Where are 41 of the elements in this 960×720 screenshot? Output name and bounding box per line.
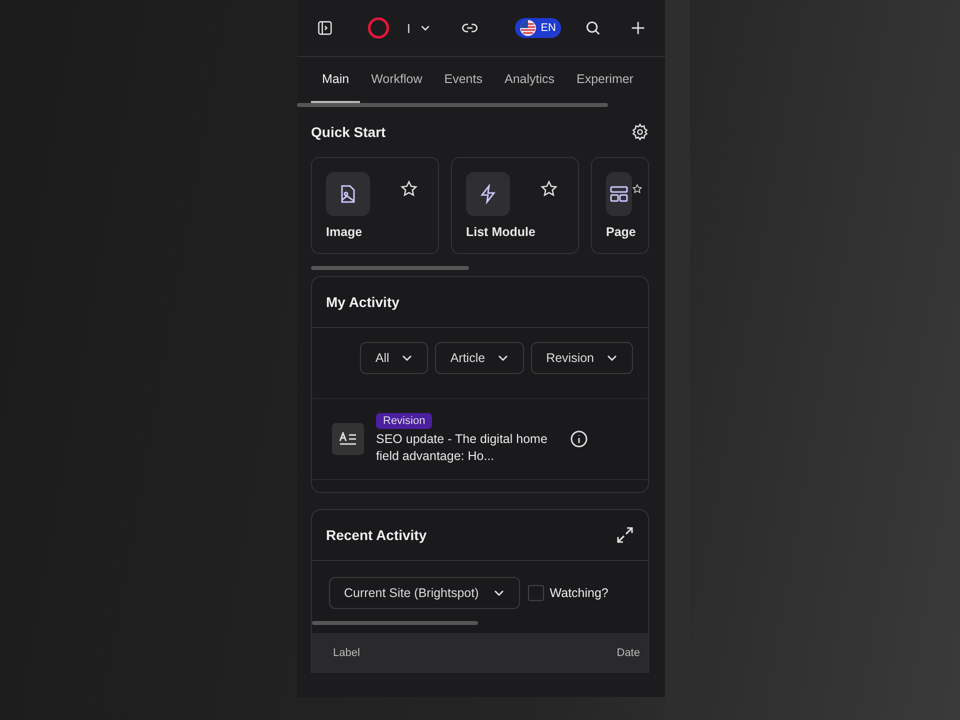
card-label: List Module [466, 225, 536, 239]
logo-ring-icon[interactable] [366, 15, 390, 41]
star-icon[interactable] [400, 180, 418, 198]
tab[interactable]: Events [433, 57, 494, 103]
tab[interactable]: Experimer [566, 57, 644, 103]
column-header: Label [333, 647, 360, 659]
info-icon[interactable] [570, 430, 588, 448]
scrollbar[interactable] [297, 103, 608, 107]
search-icon[interactable] [585, 19, 601, 37]
checkbox-label[interactable]: Watching? [550, 586, 608, 600]
scrollbar[interactable] [312, 621, 478, 625]
filter-dropdown[interactable]: Revision [531, 342, 633, 374]
language-button[interactable]: EN [514, 18, 561, 38]
sidebar-toggle-icon[interactable] [317, 19, 333, 37]
plus-icon[interactable] [630, 20, 646, 36]
site-initial[interactable]: I [406, 20, 410, 36]
scrollbar[interactable] [311, 266, 469, 270]
section-title: Quick Start [311, 124, 386, 140]
column-header: Date [616, 647, 640, 659]
tab[interactable]: Workflow [360, 57, 434, 103]
quick-start-card[interactable]: Image [311, 157, 439, 254]
filter-dropdown[interactable]: All [360, 342, 428, 374]
quick-start-card[interactable]: List Module [451, 157, 579, 254]
expand-icon[interactable] [616, 526, 634, 544]
watching-checkbox[interactable] [528, 585, 544, 601]
revision-tag: Revision [376, 413, 432, 429]
flag-icon [520, 20, 536, 36]
settings-icon[interactable] [631, 123, 649, 141]
section-title: Recent Activity [326, 527, 427, 543]
card-label: Page [606, 225, 637, 239]
section-title: My Activity [326, 294, 400, 310]
activity-title[interactable]: SEO update - The digital home field advantage: Ho... [376, 431, 558, 465]
document-icon [339, 432, 357, 446]
site-dropdown[interactable]: Current Site (Brightspot) [329, 577, 520, 609]
star-icon[interactable] [540, 180, 558, 198]
quick-start-card[interactable]: Page [591, 157, 649, 254]
filter-dropdown[interactable]: Article [435, 342, 524, 374]
tab[interactable]: Analytics [493, 57, 566, 103]
lightning-icon [478, 184, 498, 204]
card-label: Image [326, 225, 364, 239]
layout-icon [608, 184, 629, 204]
